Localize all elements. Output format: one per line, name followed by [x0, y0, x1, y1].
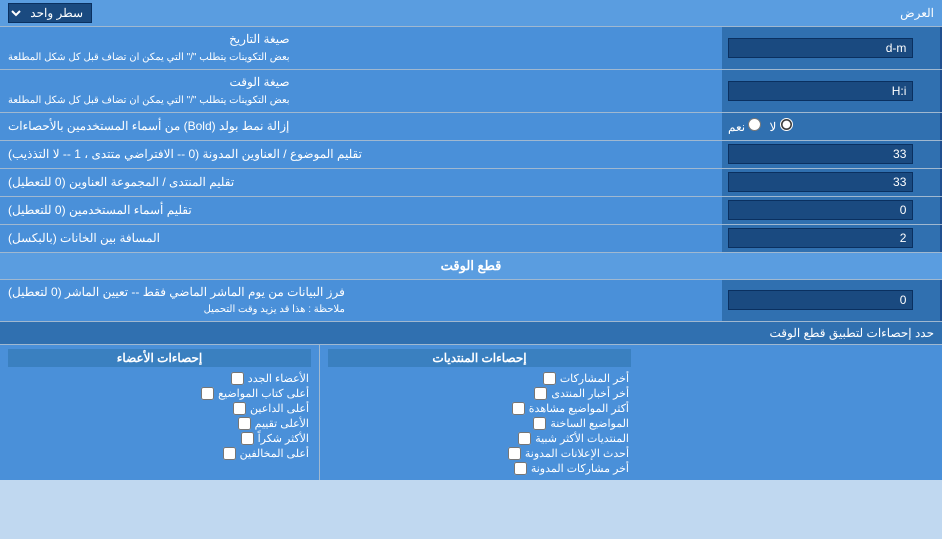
stats-checkbox-forum-3[interactable] [512, 402, 525, 415]
bold-no-radio[interactable] [780, 118, 793, 131]
stats-item: أعلى المخالفين [8, 446, 311, 461]
time-format-input-container: H:i [722, 70, 942, 112]
stats-item: أخر المشاركات [328, 371, 631, 386]
stats-item: الأعلى تقييم [8, 416, 311, 431]
stats-item: المنتديات الأكثر شبية [328, 431, 631, 446]
date-format-input-container: d-m [722, 27, 942, 69]
time-cutoff-header: قطع الوقت [0, 253, 942, 280]
bold-yes-label: نعم [728, 118, 761, 134]
forum-trim-row: 33 تقليم المنتدى / المجموعة العناوين (0 … [0, 169, 942, 197]
stats-item: أحدث الإعلانات المدونة [328, 446, 631, 461]
stats-checkbox-member-4[interactable] [238, 417, 251, 430]
stats-item: أعلى كتاب المواضيع [8, 386, 311, 401]
stats-item: المواضيع الساخنة [328, 416, 631, 431]
stats-item: أخر أخبار المنتدى [328, 386, 631, 401]
topic-trim-label: تقليم الموضوع / العناوين المدونة (0 -- ا… [0, 141, 722, 168]
stats-checkbox-forum-4[interactable] [533, 417, 546, 430]
date-format-label: صيغة التاريخبعض التكوينات يتطلب "/" التي… [0, 27, 722, 69]
display-select[interactable]: سطر واحد سطران ثلاثة أسطر [8, 3, 92, 23]
display-row: العرض سطر واحد سطران ثلاثة أسطر [0, 0, 942, 27]
username-trim-label: تقليم أسماء المستخدمين (0 للتعطيل) [0, 197, 722, 224]
bold-remove-label: إزالة نمط بولد (Bold) من أسماء المستخدمي… [0, 113, 722, 140]
forum-trim-input[interactable]: 33 [728, 172, 913, 192]
topic-trim-input[interactable]: 33 [728, 144, 913, 164]
stats-checkbox-forum-6[interactable] [508, 447, 521, 460]
stats-empty-col [639, 345, 942, 480]
stats-checkbox-member-1[interactable] [231, 372, 244, 385]
stats-item: الأعضاء الجدد [8, 371, 311, 386]
stats-item: الأكثر شكراً [8, 431, 311, 446]
bold-remove-radio-container: لا نعم [722, 113, 942, 140]
bold-yes-radio[interactable] [748, 118, 761, 131]
stats-checkbox-member-5[interactable] [241, 432, 254, 445]
time-cutoff-input[interactable]: 0 [728, 290, 913, 310]
member-stats-header: إحصاءات الأعضاء [8, 349, 311, 367]
time-format-row: H:i صيغة الوقتبعض التكوينات يتطلب "/" ال… [0, 70, 942, 113]
member-stats-col: إحصاءات الأعضاء الأعضاء الجدد أعلى كتاب … [0, 345, 319, 480]
topic-trim-row: 33 تقليم الموضوع / العناوين المدونة (0 -… [0, 141, 942, 169]
forum-stats-header: إحصاءات المنتديات [328, 349, 631, 367]
time-format-label: صيغة الوقتبعض التكوينات يتطلب "/" التي ي… [0, 70, 722, 112]
display-label: العرض [92, 6, 934, 20]
forum-stats-col: إحصاءات المنتديات أخر المشاركات أخر أخبا… [319, 345, 639, 480]
spacing-input[interactable]: 2 [728, 228, 913, 248]
date-format-input[interactable]: d-m [728, 38, 913, 58]
stats-header-row: حدد إحصاءات لتطبيق قطع الوقت [0, 322, 942, 345]
stats-checkbox-forum-2[interactable] [534, 387, 547, 400]
stats-checkbox-forum-7[interactable] [514, 462, 527, 475]
spacing-label: المسافة بين الخانات (بالبكسل) [0, 225, 722, 252]
username-trim-input[interactable]: 0 [728, 200, 913, 220]
stats-checkbox-forum-1[interactable] [543, 372, 556, 385]
forum-trim-label: تقليم المنتدى / المجموعة العناوين (0 للت… [0, 169, 722, 196]
bold-remove-row: لا نعم إزالة نمط بولد (Bold) من أسماء ال… [0, 113, 942, 141]
forum-trim-input-container: 33 [722, 169, 942, 196]
time-cutoff-label: فرز البيانات من يوم الماشر الماضي فقط --… [0, 280, 722, 322]
bold-radio-group: لا نعم [728, 118, 793, 134]
time-format-input[interactable]: H:i [728, 81, 913, 101]
topic-trim-input-container: 33 [722, 141, 942, 168]
stats-section: حدد إحصاءات لتطبيق قطع الوقت إحصاءات الم… [0, 322, 942, 480]
bold-no-label: لا [769, 118, 792, 134]
spacing-input-container: 2 [722, 225, 942, 252]
username-trim-row: 0 تقليم أسماء المستخدمين (0 للتعطيل) [0, 197, 942, 225]
stats-checkbox-member-3[interactable] [233, 402, 246, 415]
stats-item: أعلى الداعين [8, 401, 311, 416]
time-cutoff-row: 0 فرز البيانات من يوم الماشر الماضي فقط … [0, 280, 942, 323]
spacing-row: 2 المسافة بين الخانات (بالبكسل) [0, 225, 942, 253]
stats-item: أكثر المواضيع مشاهدة [328, 401, 631, 416]
stats-checkbox-member-6[interactable] [223, 447, 236, 460]
stats-grid: إحصاءات المنتديات أخر المشاركات أخر أخبا… [0, 345, 942, 480]
stats-checkbox-member-2[interactable] [201, 387, 214, 400]
time-cutoff-input-container: 0 [722, 280, 942, 322]
username-trim-input-container: 0 [722, 197, 942, 224]
stats-checkbox-forum-5[interactable] [518, 432, 531, 445]
main-container: العرض سطر واحد سطران ثلاثة أسطر d-m صيغة… [0, 0, 942, 480]
stats-item: أخر مشاركات المدونة [328, 461, 631, 476]
date-format-row: d-m صيغة التاريخبعض التكوينات يتطلب "/" … [0, 27, 942, 70]
